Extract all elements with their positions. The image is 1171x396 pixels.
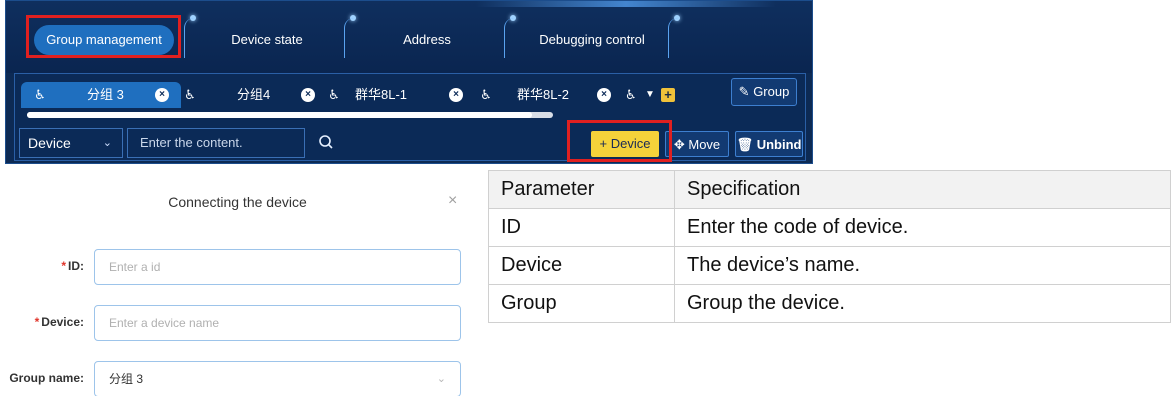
unbind-label: Unbind <box>756 137 802 152</box>
tab-label: Debugging control <box>539 32 645 47</box>
app-panel: Group management Device state Address De… <box>5 0 813 164</box>
id-label: * ID: <box>61 259 84 273</box>
sitemap-icon: ♿ <box>480 87 492 102</box>
move-label: Move <box>688 137 721 152</box>
close-icon[interactable]: × <box>449 88 463 102</box>
search-button[interactable] <box>307 128 345 158</box>
device-row: * Device: Enter a device name <box>0 305 475 341</box>
group-tab-2[interactable]: ♿ 分组4 × <box>181 82 321 108</box>
tabs-scrollbar[interactable] <box>27 112 553 118</box>
table-header-row: Parameter Specification <box>488 170 1171 209</box>
required-mark: * <box>34 315 40 329</box>
group-button[interactable]: ✎ Group <box>731 78 797 106</box>
add-tab-icon[interactable]: + <box>661 88 675 102</box>
group-panel: ♿ 分组 3 × ♿ 分组4 × ♿ 群华8L-1 × ♿ 群华8L-2 × ♿… <box>14 73 806 161</box>
close-icon[interactable]: × <box>301 88 315 102</box>
header-parameter: Parameter <box>488 170 675 209</box>
tab-divider <box>182 15 196 59</box>
device-placeholder: Enter a device name <box>109 316 220 330</box>
group-tab-4[interactable]: ♿ 群华8L-2 × <box>477 82 627 108</box>
group-tab-label: 群华8L-1 <box>355 87 408 102</box>
caret-down-icon[interactable]: ▼ <box>645 82 655 108</box>
search-type-value: Device <box>28 135 71 151</box>
id-row: * ID: Enter a id <box>0 249 475 285</box>
connect-device-dialog: Connecting the device × * ID: Enter a id … <box>0 166 475 396</box>
group-button-label: Group <box>753 84 790 99</box>
move-icon: ✥ <box>673 137 685 152</box>
table-cell: ID <box>488 208 675 247</box>
top-glow <box>476 1 776 7</box>
sitemap-icon: ♿ <box>184 87 196 102</box>
table-row: Device The device’s name. <box>488 246 1171 285</box>
unbind-button[interactable]: 🗑 Unbind <box>735 131 803 157</box>
header-specification: Specification <box>674 170 1171 209</box>
table-row: Group Group the device. <box>488 284 1171 323</box>
search-type-select[interactable]: Device ⌄ <box>19 128 123 158</box>
table-cell: Device <box>488 246 675 285</box>
tabs-scrollbar-thumb[interactable] <box>27 112 532 118</box>
top-nav: Group management Device state Address De… <box>6 1 812 73</box>
tab-divider <box>502 15 516 59</box>
close-icon[interactable]: × <box>155 88 169 102</box>
trash-icon: 🗑 <box>736 137 754 152</box>
group-tab-label: 分组4 <box>237 87 271 102</box>
move-button[interactable]: ✥ Move <box>665 131 729 157</box>
tab-label: Address <box>403 32 451 47</box>
device-name-field[interactable]: Enter a device name <box>94 305 461 341</box>
add-device-label: + Device <box>599 136 651 151</box>
id-field[interactable]: Enter a id <box>94 249 461 285</box>
sitemap-icon: ♿ <box>625 87 637 102</box>
table-cell: Group <box>488 284 675 323</box>
tab-divider <box>666 15 680 59</box>
tab-divider <box>342 15 356 59</box>
dialog-title: Connecting the device <box>168 194 307 210</box>
tab-address[interactable]: Address <box>362 21 492 59</box>
add-device-button[interactable]: + Device <box>591 131 659 157</box>
group-name-select[interactable]: 分组 3 ⌄ <box>94 361 461 396</box>
parameter-table: Parameter Specification ID Enter the cod… <box>488 170 1171 323</box>
tab-group-management[interactable]: Group management <box>28 21 180 59</box>
edit-icon: ✎ <box>738 84 750 99</box>
tab-label: Group management <box>46 32 162 47</box>
search-input[interactable]: Enter the content. <box>127 128 305 158</box>
search-placeholder: Enter the content. <box>140 135 243 150</box>
chevron-down-icon: ⌄ <box>436 373 446 385</box>
sitemap-icon: ♿ <box>328 87 340 102</box>
close-icon[interactable]: × <box>448 192 457 210</box>
group-name-label: Group name: <box>9 371 84 385</box>
group-tab-3[interactable]: ♿ 群华8L-1 × <box>327 82 477 108</box>
group-tab-1[interactable]: ♿ 分组 3 × <box>21 82 171 108</box>
tab-debugging-control[interactable]: Debugging control <box>522 21 662 59</box>
group-row: Group name: 分组 3 ⌄ <box>0 361 475 396</box>
sitemap-icon: ♿ <box>34 87 46 102</box>
table-row: ID Enter the code of device. <box>488 208 1171 247</box>
search-icon <box>319 134 333 149</box>
id-placeholder: Enter a id <box>109 260 161 274</box>
group-tab-label: 群华8L-2 <box>517 87 570 102</box>
table-cell: Enter the code of device. <box>674 208 1171 247</box>
device-label: * Device: <box>34 315 84 329</box>
chevron-down-icon: ⌄ <box>102 137 112 149</box>
tab-label: Device state <box>231 32 303 47</box>
table-cell: The device’s name. <box>674 246 1171 285</box>
toolbar: Device ⌄ Enter the content. + Device ✥ M… <box>15 124 805 158</box>
group-name-value: 分组 3 <box>109 372 144 386</box>
table-cell: Group the device. <box>674 284 1171 323</box>
close-icon[interactable]: × <box>597 88 611 102</box>
tab-device-state[interactable]: Device state <box>202 21 332 59</box>
required-mark: * <box>61 259 66 273</box>
group-tab-label: 分组 3 <box>87 87 124 102</box>
